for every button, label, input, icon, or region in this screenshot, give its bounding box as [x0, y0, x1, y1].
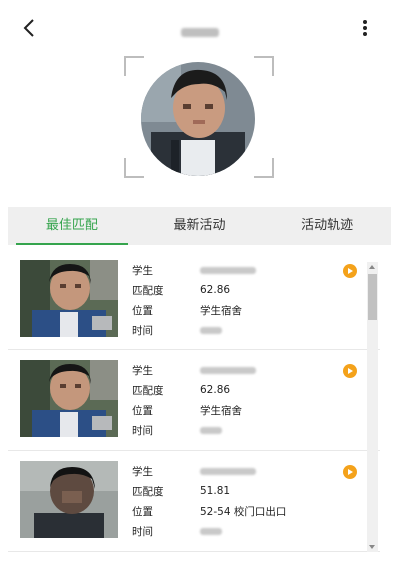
more-vertical-icon — [363, 20, 367, 36]
avatar — [141, 62, 255, 176]
record-photo — [20, 461, 118, 538]
location-label: 位置 — [132, 505, 153, 518]
student-label: 学生 — [132, 465, 153, 478]
location-label: 位置 — [132, 404, 153, 417]
play-icon[interactable] — [343, 364, 357, 378]
more-button[interactable] — [356, 16, 374, 40]
location-label: 位置 — [132, 304, 153, 317]
scrollbar-thumb[interactable] — [368, 274, 377, 320]
record-info: 学生 匹配度 62.86 位置 学生宿舍 时间 — [132, 260, 342, 340]
list-item[interactable]: 学生 匹配度 62.86 位置 学生宿舍 时间 — [20, 260, 368, 340]
divider — [8, 450, 380, 451]
student-label: 学生 — [132, 364, 153, 377]
top-bar — [0, 0, 401, 56]
student-name-obscured — [200, 366, 256, 374]
title-obscured — [181, 28, 219, 37]
location-value: 学生宿舍 — [200, 304, 242, 317]
frame-corner — [124, 56, 144, 76]
divider — [8, 349, 380, 350]
match-score: 51.81 — [200, 485, 231, 497]
time-label: 时间 — [132, 324, 153, 337]
time-obscured — [200, 426, 222, 434]
frame-corner — [254, 158, 274, 178]
student-name-obscured — [200, 266, 256, 274]
tab-best-match[interactable]: 最佳匹配 — [8, 207, 136, 245]
match-score: 62.86 — [200, 384, 231, 396]
student-label: 学生 — [132, 264, 153, 277]
time-label: 时间 — [132, 525, 153, 538]
match-score: 62.86 — [200, 284, 231, 296]
time-obscured — [200, 527, 222, 535]
match-label: 匹配度 — [132, 284, 164, 297]
list-item[interactable]: 学生 匹配度 62.86 位置 学生宿舍 时间 — [20, 360, 368, 440]
face-capture-frame — [124, 56, 274, 178]
frame-corner — [254, 56, 274, 76]
match-label: 匹配度 — [132, 485, 164, 498]
time-label: 时间 — [132, 424, 153, 437]
location-value: 52-54 校门口出口 — [200, 505, 287, 518]
chevron-left-icon — [23, 19, 34, 37]
time-obscured — [200, 326, 222, 334]
match-label: 匹配度 — [132, 384, 164, 397]
back-button[interactable] — [18, 16, 42, 40]
record-info: 学生 匹配度 62.86 位置 学生宿舍 时间 — [132, 360, 342, 440]
face-photo — [141, 62, 255, 176]
divider — [8, 551, 380, 552]
tab-latest-activity[interactable]: 最新活动 — [136, 207, 264, 245]
scroll-down-arrow-icon[interactable] — [369, 545, 375, 549]
match-list: 学生 匹配度 62.86 位置 学生宿舍 时间 学生 匹配度 62.86 位置 … — [8, 250, 380, 552]
play-icon[interactable] — [343, 264, 357, 278]
record-photo — [20, 260, 118, 337]
play-icon[interactable] — [343, 465, 357, 479]
record-info: 学生 匹配度 51.81 位置 52-54 校门口出口 时间 — [132, 461, 342, 541]
frame-corner — [124, 158, 144, 178]
scroll-up-arrow-icon[interactable] — [369, 265, 375, 269]
list-scrollbar[interactable] — [367, 262, 378, 552]
list-item[interactable]: 学生 匹配度 51.81 位置 52-54 校门口出口 时间 — [20, 461, 368, 541]
location-value: 学生宿舍 — [200, 404, 242, 417]
page-title — [160, 22, 240, 37]
tab-bar: 最佳匹配 最新活动 活动轨迹 — [8, 207, 391, 245]
tab-activity-track[interactable]: 活动轨迹 — [263, 207, 391, 245]
record-photo — [20, 360, 118, 437]
student-name-obscured — [200, 467, 256, 475]
